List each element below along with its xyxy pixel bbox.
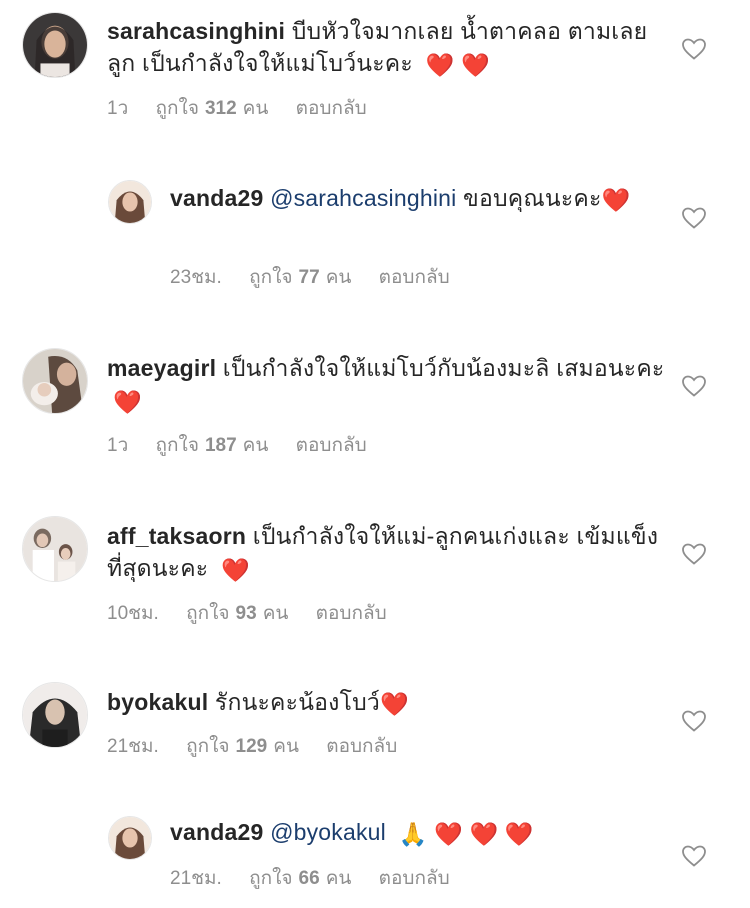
reply-button[interactable]: ตอบกลับ [316,603,387,624]
reply-item: vanda29 @sarahcasinghini ขอบคุณนะคะ❤️ 23… [0,170,750,300]
mention-link[interactable]: @byokakul [270,819,386,845]
comment-username[interactable]: maeyagirl [107,355,216,381]
comment-item: byokakul รักนะคะน้องโบว์❤️ 21ชม. ถูกใจ 12… [0,676,750,776]
reply-button[interactable]: ตอบกลับ [296,435,367,456]
like-heart-icon[interactable] [681,542,707,566]
comment-likes[interactable]: ถูกใจ 66 คน [249,868,351,889]
comment-likes[interactable]: ถูกใจ 129 คน [186,736,299,757]
mention-link[interactable]: @sarahcasinghini [270,185,456,211]
reply-button[interactable]: ตอบกลับ [379,868,450,889]
comment-username[interactable]: vanda29 [170,819,263,845]
heart-emoji-icon: ❤️ [113,388,142,415]
comment-meta: 1ว ถูกใจ 312 คน ตอบกลับ [107,96,389,122]
comment-time: 23ชม. [170,267,222,288]
comment-time: 21ชม. [170,868,222,889]
comment-time: 1ว [107,98,129,119]
comment-meta: 23ชม. ถูกใจ 77 คน ตอบกลับ [170,265,472,291]
comment-text: byokakul รักนะคะน้องโบว์❤️ [107,686,667,720]
like-heart-icon[interactable] [681,709,707,733]
avatar-image [109,181,151,223]
comment-message: ขอบคุณนะคะ [463,185,602,211]
reply-item: vanda29 @byokakul 🙏 ❤️ ❤️ ❤️ 21ชม. ถูกใจ… [0,808,750,908]
comment-meta: 1ว ถูกใจ 187 คน ตอบกลับ [107,433,389,459]
comment-time: 10ชม. [107,603,159,624]
comment-text: maeyagirl เป็นกำลังใจให้แม่โบว์กับน้องมะ… [107,352,667,418]
comment-time: 21ชม. [107,736,159,757]
comment-username[interactable]: aff_taksaorn [107,523,246,549]
emoji-sequence-icon: 🙏 ❤️ ❤️ ❤️ [398,820,534,847]
heart-emoji-icon: ❤️ [380,690,409,717]
comment-likes[interactable]: ถูกใจ 187 คน [156,435,269,456]
comment-text: sarahcasinghini บีบหัวใจมากเลย น้ำตาคลอ … [107,15,667,81]
like-heart-icon[interactable] [681,37,707,61]
avatar[interactable] [108,180,152,224]
comment-message: รักนะคะน้องโบว์ [214,689,381,715]
like-heart-icon[interactable] [681,844,707,868]
avatar-image [23,13,87,77]
comment-item: sarahcasinghini บีบหัวใจมากเลย น้ำตาคลอ … [0,0,750,130]
comment-meta: 21ชม. ถูกใจ 129 คน ตอบกลับ [107,734,419,760]
avatar-image [23,349,87,413]
comment-likes[interactable]: ถูกใจ 93 คน [186,603,288,624]
comment-item: maeyagirl เป็นกำลังใจให้แม่โบว์กับน้องมะ… [0,340,750,470]
avatar[interactable] [22,682,88,748]
comment-username[interactable]: sarahcasinghini [107,18,285,44]
comment-item: aff_taksaorn เป็นกำลังใจให้แม่-ลูกคนเก่ง… [0,508,750,638]
avatar[interactable] [22,348,88,414]
reply-button[interactable]: ตอบกลับ [326,736,397,757]
avatar[interactable] [22,516,88,582]
avatar-image [23,683,87,747]
heart-emoji-icon: ❤️ ❤️ [425,51,490,78]
comment-meta: 10ชม. ถูกใจ 93 คน ตอบกลับ [107,601,409,627]
heart-emoji-icon: ❤️ [220,556,250,583]
comment-text: aff_taksaorn เป็นกำลังใจให้แม่-ลูกคนเก่ง… [107,520,667,586]
avatar[interactable] [108,816,152,860]
comment-username[interactable]: byokakul [107,689,208,715]
comment-username[interactable]: vanda29 [170,185,263,211]
comment-time: 1ว [107,435,129,456]
comment-likes[interactable]: ถูกใจ 77 คน [249,267,351,288]
reply-button[interactable]: ตอบกลับ [296,98,367,119]
avatar[interactable] [22,12,88,78]
reply-button[interactable]: ตอบกลับ [379,267,450,288]
like-heart-icon[interactable] [681,206,707,230]
comment-text: vanda29 @sarahcasinghini ขอบคุณนะคะ❤️ [170,182,640,216]
comment-message: เป็นกำลังใจให้แม่โบว์กับน้องมะลิ เสมอนะค… [222,355,665,381]
like-heart-icon[interactable] [681,374,707,398]
avatar-image [109,817,151,859]
heart-emoji-icon: ❤️ [601,186,631,213]
comment-likes[interactable]: ถูกใจ 312 คน [156,98,269,119]
comment-meta: 21ชม. ถูกใจ 66 คน ตอบกลับ [170,866,472,892]
avatar-image [23,517,87,581]
comment-text: vanda29 @byokakul 🙏 ❤️ ❤️ ❤️ [170,816,640,850]
